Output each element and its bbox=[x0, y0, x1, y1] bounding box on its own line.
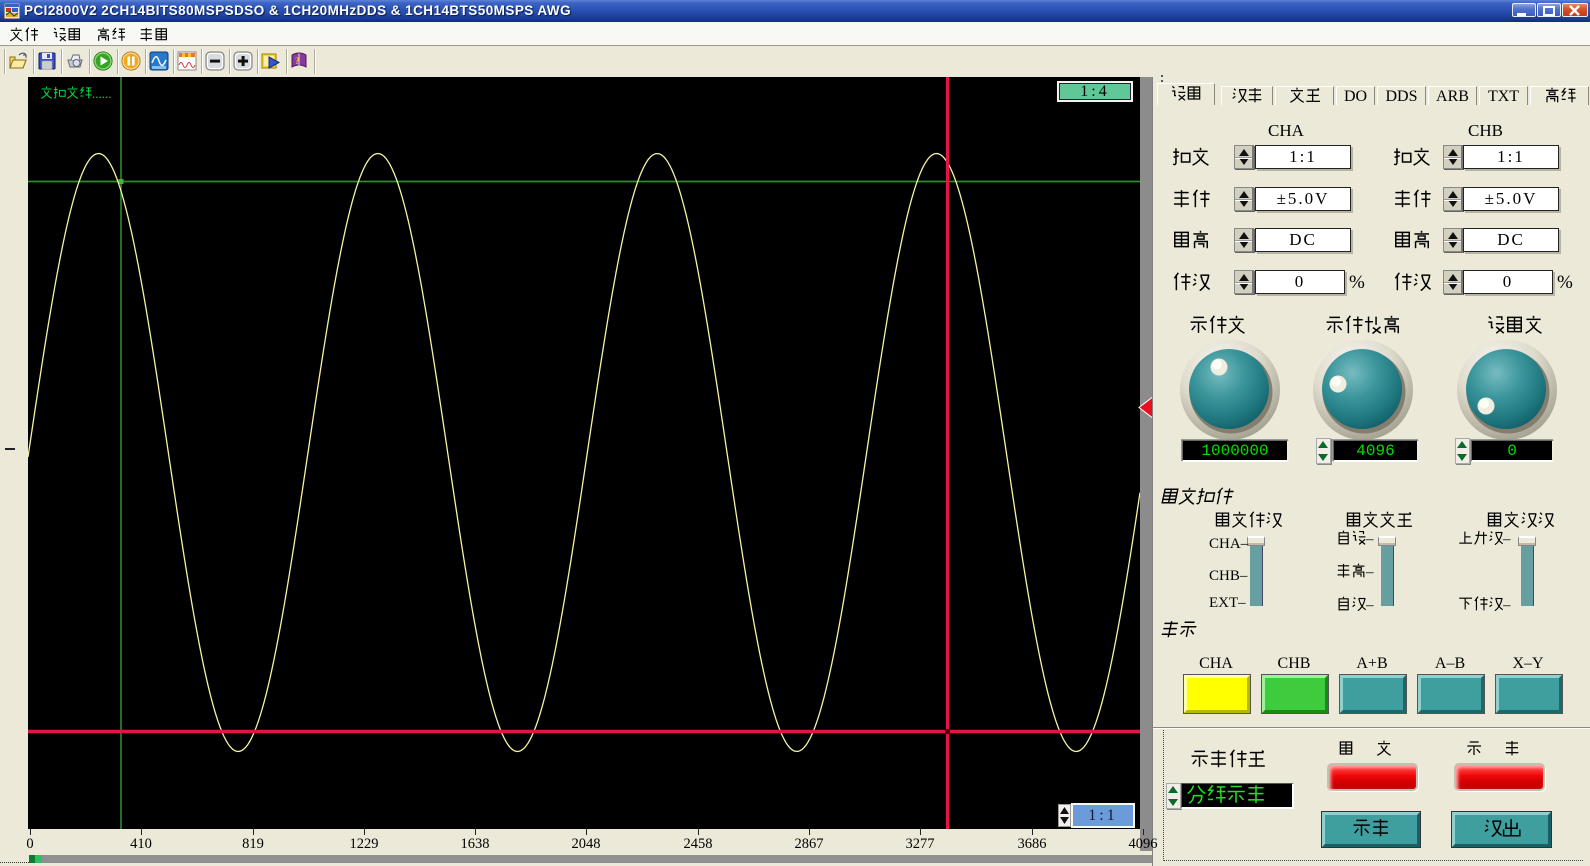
svg-text:?: ? bbox=[295, 56, 300, 66]
